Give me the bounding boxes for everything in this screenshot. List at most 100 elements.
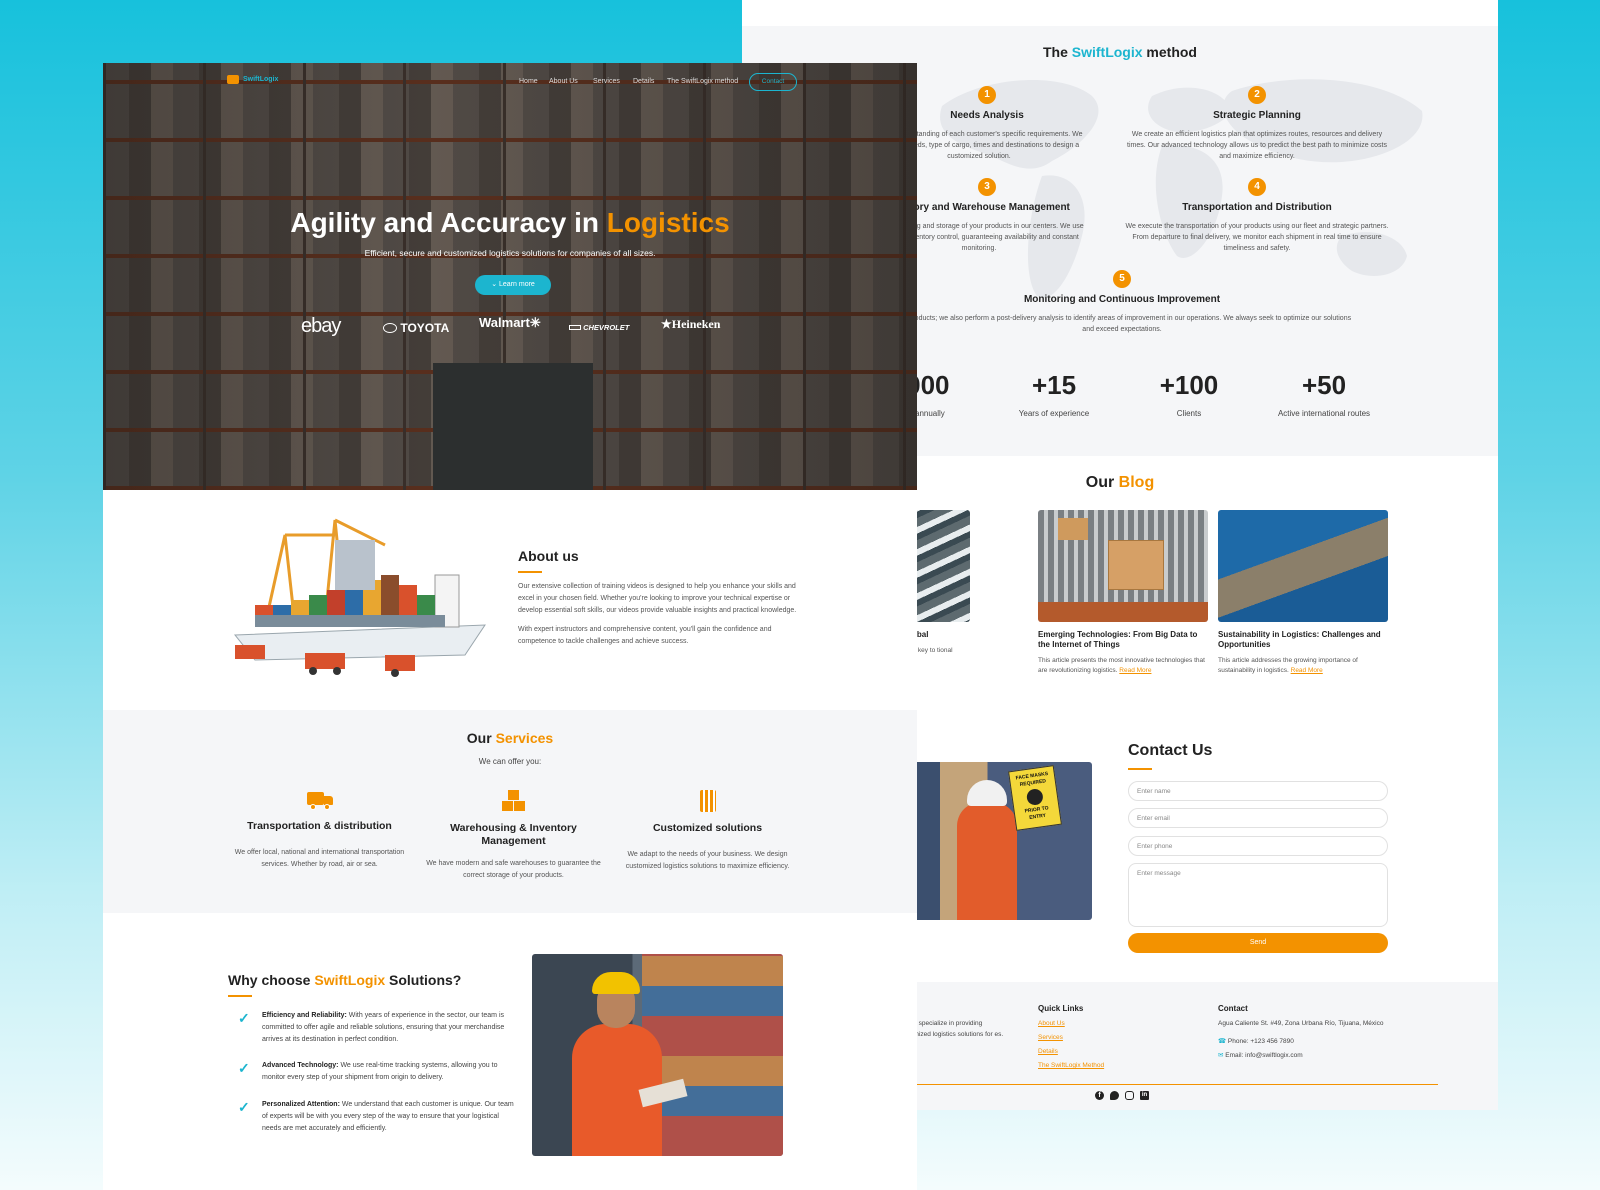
client-logo-heineken: ★Heineken [661, 317, 720, 332]
left-page-panel: SwiftLogix Home About Us Services Detail… [103, 63, 917, 1190]
mask-icon [1025, 787, 1044, 807]
method-step-2: 2 Strategic Planning We create an effici… [1112, 86, 1402, 162]
nav-contact-button[interactable]: Contact [749, 73, 797, 91]
worker-photo [532, 954, 783, 1156]
top-navbar: SwiftLogix Home About Us Services Detail… [103, 73, 917, 95]
footer-link-details[interactable]: Details [1038, 1048, 1058, 1055]
boxes-icon [501, 790, 527, 812]
email-input[interactable]: Enter email [1128, 808, 1388, 828]
read-more-link[interactable]: Read More [1291, 667, 1323, 674]
why-item-attention: ✓ Personalized Attention: We understand t… [228, 1099, 518, 1135]
client-logo-chevrolet: CHEVROLET [569, 323, 629, 332]
service-title: Warehousing & Inventory Management [450, 822, 577, 847]
footer-link-about[interactable]: About Us [1038, 1020, 1065, 1027]
why-item-bold: Advanced Technology: [262, 1062, 339, 1069]
name-input[interactable]: Enter name [1128, 781, 1388, 801]
phone-input[interactable]: Enter phone [1128, 836, 1388, 856]
logo[interactable]: SwiftLogix [227, 75, 278, 84]
truck-logo-icon [227, 75, 239, 84]
hero-subtitle: Efficient, secure and customized logisti… [364, 248, 656, 258]
nav-contact-label: Contact [761, 78, 785, 85]
nav-home[interactable]: Home [519, 78, 538, 85]
footer-email-text: Email: info@swiftlogix.com [1225, 1052, 1303, 1059]
blog-card-3[interactable]: Sustainability in Logistics: Challenges … [1218, 510, 1388, 676]
services-title-highlight: Services [495, 730, 554, 746]
blog-card-title: Emerging Technologies: From Big Data to … [1038, 630, 1198, 649]
message-textarea[interactable]: Enter message [1128, 863, 1388, 927]
linkedin-icon[interactable]: in [1140, 1091, 1149, 1100]
send-button[interactable]: Send [1128, 933, 1388, 953]
hero-title: Agility and Accuracy in Logistics [103, 207, 917, 239]
walmart-text: Walmart [479, 315, 530, 330]
footer-quick-links-title: Quick Links [1038, 1004, 1084, 1013]
check-icon: ✓ [238, 1099, 250, 1115]
mask-sign: FACE MASKS REQUIRED PRIOR TO ENTRY [1008, 765, 1062, 831]
learn-more-label: Learn more [499, 281, 535, 288]
why-item-technology: ✓ Advanced Technology: We use real-time t… [228, 1060, 518, 1084]
about-paragraph-2: With expert instructors and comprehensiv… [518, 626, 772, 645]
blog-card-title: Sustainability in Logistics: Challenges … [1218, 630, 1381, 649]
chevrolet-text: CHEVROLET [583, 323, 630, 332]
nav-details[interactable]: Details [633, 78, 654, 85]
step-text: your products; we also perform a post-de… [892, 315, 1352, 333]
stat-label: Active international routes [1277, 409, 1371, 418]
stat-value: +100 [1159, 370, 1219, 400]
about-title: About us [518, 548, 579, 564]
footer-link-services[interactable]: Services [1038, 1034, 1063, 1041]
chevron-down-icon: ⌄ [491, 281, 498, 288]
building-icon [699, 790, 716, 812]
stat-years: +15 Years of experience [989, 370, 1119, 418]
stat-label: Years of experience [1018, 409, 1090, 418]
about-title-underline [518, 571, 542, 573]
container-stack [642, 954, 783, 1156]
worker-helmet [967, 780, 1007, 806]
twitter-icon[interactable] [1110, 1091, 1119, 1100]
toyota-text: TOYOTA [400, 321, 450, 335]
client-logo-toyota: TOYOTA [383, 321, 449, 335]
method-title-prefix: The [1042, 44, 1072, 60]
why-item-text: ✓ Personalized Attention: We understand t… [228, 1099, 518, 1135]
why-item-text: ✓ Advanced Technology: We use real-time t… [228, 1060, 518, 1084]
star-icon: ★ [661, 317, 672, 331]
why-item-efficiency: ✓ Efficiency and Reliability: With years … [228, 1010, 518, 1046]
contact-image: FACE MASKS REQUIRED PRIOR TO ENTRY [902, 762, 1092, 920]
footer-address: Agua Caliente St. #49, Zona Urbana Río, … [1218, 1020, 1384, 1027]
why-item-bold: Personalized Attention: [262, 1101, 340, 1108]
service-customized: Customized solutions We adapt to the nee… [615, 790, 800, 873]
why-title: Why choose SwiftLogix Solutions? [228, 972, 461, 988]
stat-value: +50 [1301, 370, 1347, 400]
step-number-badge: 2 [1248, 86, 1266, 104]
cardboard-box [1108, 540, 1164, 590]
mail-icon: ✉ [1218, 1052, 1224, 1059]
nav-about[interactable]: About Us [549, 78, 578, 85]
read-more-link[interactable]: Read More [1119, 667, 1151, 674]
logo-text: SwiftLogix [243, 76, 279, 83]
learn-more-button[interactable]: ⌄ Learn more [475, 275, 551, 295]
send-button-label: Send [1249, 939, 1267, 946]
message-placeholder: Enter message [1137, 870, 1181, 877]
step-text: We create an efficient logistics plan th… [1127, 131, 1387, 160]
stat-value: +15 [1031, 370, 1077, 400]
walmart-spark-icon: ✳ [529, 315, 541, 330]
hero-section: SwiftLogix Home About Us Services Detail… [103, 63, 917, 490]
service-warehousing: Warehousing & Inventory Management We ha… [421, 790, 606, 882]
footer-link-method[interactable]: The SwiftLogix Method [1038, 1062, 1104, 1069]
footer-contact-title: Contact [1218, 1004, 1248, 1013]
stat-clients: +100 Clients [1124, 370, 1254, 418]
step-title: Monitoring and Continuous Improvement [1023, 294, 1221, 305]
blog-card-excerpt: This article addresses the growing impor… [1218, 657, 1358, 674]
facebook-icon[interactable]: f [1095, 1091, 1104, 1100]
method-title-suffix: method [1142, 44, 1197, 60]
step-title: Strategic Planning [1213, 110, 1301, 121]
check-icon: ✓ [238, 1010, 250, 1026]
method-title-brand: SwiftLogix [1071, 44, 1143, 60]
service-text: We adapt to the needs of your business. … [625, 851, 790, 870]
heineken-text: Heineken [671, 317, 721, 331]
nav-services[interactable]: Services [593, 78, 620, 85]
blog-image-port [1218, 510, 1388, 622]
nav-method[interactable]: The SwiftLogix method [667, 78, 738, 85]
blog-image-conveyor [1038, 510, 1208, 622]
service-title: Transportation & distribution [247, 820, 392, 832]
blog-card-2[interactable]: Emerging Technologies: From Big Data to … [1038, 510, 1208, 676]
instagram-icon[interactable] [1125, 1091, 1134, 1100]
